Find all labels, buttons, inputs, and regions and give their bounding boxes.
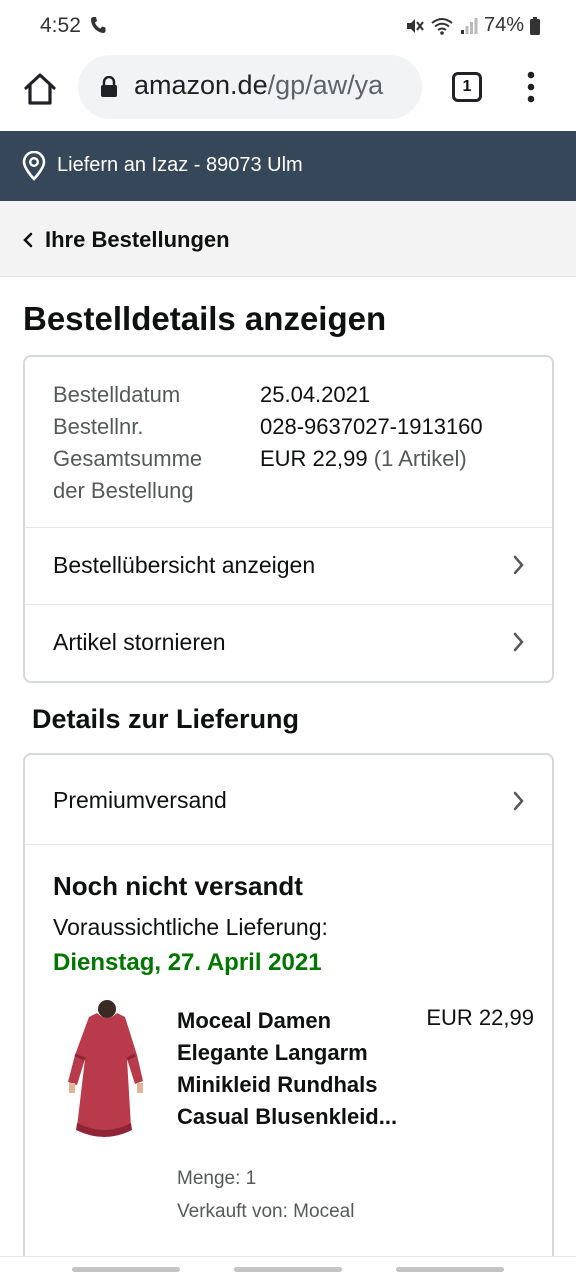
url-domain: amazon.de [134,70,268,100]
order-total-value: EUR 22,99 (1 Artikel) [260,443,467,507]
url-text: amazon.de/gp/aw/ya [134,70,383,101]
cancel-items-link[interactable]: Artikel stornieren [25,604,552,680]
chevron-right-icon [513,632,524,652]
expected-delivery-date: Dienstag, 27. April 2021 [53,949,322,976]
status-time: 4:52 [40,14,81,37]
product-seller: Verkauft von: Moceal [177,1201,355,1222]
battery-percent: 74% [483,14,524,36]
shipment-status: Noch nicht versandt [53,871,303,901]
nav-back-button[interactable] [396,1267,504,1272]
status-icons: 74% [404,14,540,37]
order-number-row: Bestellnr. 028-9637027-1913160 [53,411,543,443]
nav-home-button[interactable] [234,1267,342,1272]
home-icon[interactable] [20,69,60,109]
system-nav-bar [0,1256,576,1280]
browser-toolbar: amazon.de/gp/aw/ya 1 [0,52,576,130]
order-item-count: (1 Artikel) [373,446,467,471]
nav-recents-button[interactable] [72,1267,180,1272]
expected-delivery-label: Voraussichtliche Lieferung: [53,914,328,940]
product-title-link[interactable]: Moceal Damen Elegante Langarm Minikleid … [177,1005,402,1133]
order-total-label-line1: Gesamtsumme [53,446,203,471]
page-title: Bestelldetails anzeigen [23,300,387,337]
location-pin-icon [22,151,46,181]
delivery-card: Premiumversand Noch nicht versandt Vorau… [23,753,554,1280]
lock-icon [101,76,117,97]
delivery-section-title: Details zur Lieferung [32,704,300,734]
back-to-orders-link[interactable]: Ihre Bestellungen [0,201,576,277]
order-info-grid: Bestelldatum 25.04.2021 Bestellnr. 028-9… [53,379,543,507]
shipping-method-label: Premiumversand [53,787,227,813]
chevron-left-icon [23,232,33,248]
product-quantity: Menge: 1 [177,1168,257,1189]
call-icon [91,17,106,33]
order-date-label: Bestelldatum [53,382,181,407]
tab-switcher-button[interactable]: 1 [452,72,482,102]
product-price: EUR 22,99 [426,1005,534,1030]
more-menu-icon[interactable] [522,70,540,104]
battery-icon [530,16,540,35]
order-date-row: Bestelldatum 25.04.2021 [53,379,543,411]
chevron-right-icon [513,555,524,575]
order-number-value: 028-9637027-1913160 [260,414,483,439]
wifi-icon [431,17,453,35]
deliver-to-bar[interactable]: Liefern an Izaz - 89073 Ulm [0,131,576,201]
order-date-value: 25.04.2021 [260,382,371,407]
order-number-label: Bestellnr. [53,414,144,439]
order-total-label: Gesamtsumme der Bestellung [53,443,260,507]
status-bar: 4:52 74% [0,0,576,52]
deliver-to-text: Liefern an Izaz - 89073 Ulm [57,154,303,176]
mute-icon [406,18,424,33]
order-summary-link[interactable]: Bestellübersicht anzeigen [25,527,552,603]
order-total-row: Gesamtsumme der Bestellung EUR 22,99 (1 … [53,443,543,507]
signal-icon [460,17,478,34]
cancel-items-label: Artikel stornieren [53,629,226,655]
url-path: /gp/aw/ya [267,70,384,100]
chevron-right-icon [513,791,524,811]
order-info-card: Bestelldatum 25.04.2021 Bestellnr. 028-9… [23,355,554,683]
back-link-label: Ihre Bestellungen [45,227,230,252]
tab-count: 1 [462,78,472,95]
order-summary-label: Bestellübersicht anzeigen [53,552,316,578]
order-total-amount: EUR 22,99 [260,446,368,471]
shipping-method-link[interactable]: Premiumversand [25,755,552,845]
order-total-label-line2: der Bestellung [53,478,194,503]
address-bar[interactable]: amazon.de/gp/aw/ya [78,55,422,119]
product-image[interactable] [55,999,155,1144]
